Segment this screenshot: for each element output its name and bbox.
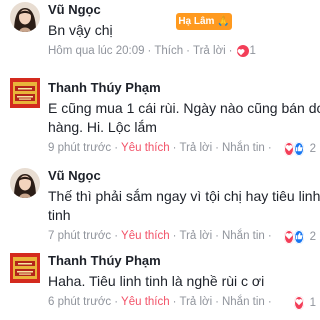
message-button[interactable]: Nhắn tin: [222, 230, 265, 242]
comment-time[interactable]: 7 phút trước: [48, 230, 111, 242]
reply-button[interactable]: Trả lời: [179, 230, 212, 242]
comment-meta: 7 phút trước · Yêu thích · Trả lời · Nhắn tin ·…: [48, 229, 316, 245]
reactions[interactable]: 2: [284, 141, 316, 157]
comment-author[interactable]: Thanh Thúy Phạm: [48, 253, 316, 269]
like-reaction-icon: [294, 230, 305, 244]
reactions[interactable]: 1: [235, 43, 256, 59]
avatar-vu-ngoc[interactable]: [10, 168, 40, 198]
reactions[interactable]: 1: [294, 295, 316, 311]
comment-time[interactable]: 6 phút trước: [48, 296, 111, 308]
heart-reaction-icon: [284, 142, 295, 156]
heart-reaction-icon: [235, 44, 250, 58]
love-button[interactable]: Yêu thích: [121, 230, 170, 242]
avatar-thanh-thuy-pham[interactable]: [10, 78, 40, 108]
reply-button[interactable]: Trả lời: [179, 296, 212, 308]
reaction-count: 1: [249, 45, 256, 57]
avatar-vu-ngoc[interactable]: [10, 2, 40, 32]
message-button[interactable]: Nhắn tin: [222, 296, 265, 308]
reaction-count: 2: [309, 143, 316, 155]
comment-author[interactable]: Thanh Thúy Phạm: [48, 80, 316, 96]
comment-text-line-2: hàng. Hi. Lộc lắm: [48, 119, 157, 135]
reaction-count: 1: [309, 297, 316, 309]
comment-text-line-2: tinh: [48, 207, 71, 223]
like-button[interactable]: Thích: [154, 45, 183, 57]
love-button[interactable]: Yêu thích: [121, 142, 170, 154]
comment-text-line-1: Thế thì phải sắm ngay vì tội chị hay tiê…: [48, 188, 320, 204]
heart-reaction-icon: [284, 230, 295, 244]
comment-text: Haha. Tiêu linh tinh là nghề rùi c ơi: [48, 273, 265, 289]
reply-button[interactable]: Trả lời: [179, 142, 212, 154]
like-reaction-icon: [294, 142, 305, 156]
sticker-badge: Hạ Lâm 🙏: [176, 13, 232, 30]
avatar-thanh-thuy-pham[interactable]: [10, 253, 40, 283]
comment-meta: Hôm qua lúc 20:09 · Thích · Trả lời · 1: [48, 43, 256, 59]
heart-reaction-icon: [294, 296, 305, 310]
comment-author[interactable]: Vũ Ngọc: [48, 168, 316, 184]
comment-meta: 6 phút trước · Yêu thích · Trả lời · Nhắn tin ·…: [48, 295, 316, 311]
comment-time[interactable]: 9 phút trước: [48, 142, 111, 154]
comment-meta: 9 phút trước · Yêu thích · Trả lời · Nhắn tin ·…: [48, 141, 316, 157]
reply-button[interactable]: Trả lời: [193, 45, 226, 57]
comment-text-line-1: E cũng mua 1 cái rùi. Ngày nào cũng bán …: [48, 100, 320, 116]
comment-time[interactable]: Hôm qua lúc 20:09: [48, 45, 145, 57]
reactions[interactable]: 2: [284, 229, 316, 245]
reaction-count: 2: [309, 231, 316, 243]
love-button[interactable]: Yêu thích: [121, 296, 170, 308]
message-button[interactable]: Nhắn tin: [222, 142, 265, 154]
